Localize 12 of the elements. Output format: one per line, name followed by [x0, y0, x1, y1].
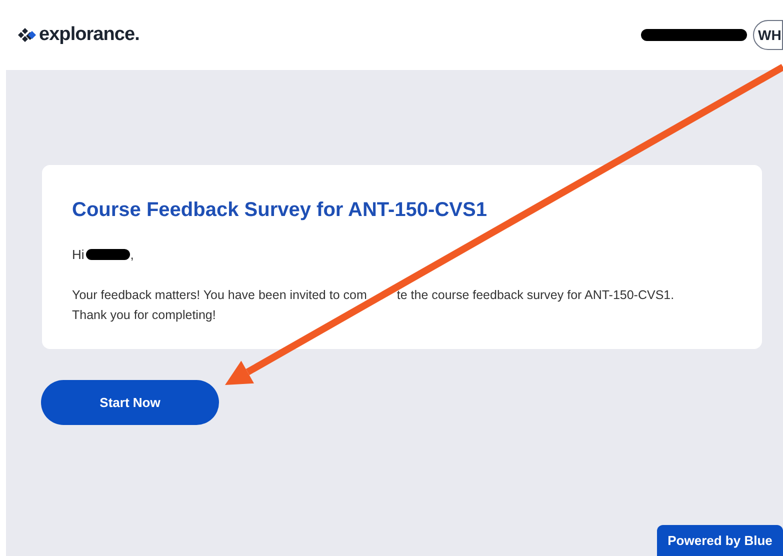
message-text: te the course feedback survey for ANT-150-CVS1. — [396, 286, 674, 304]
greeting-text: Hi — [72, 246, 84, 264]
powered-by-badge[interactable]: Powered by Blue — [657, 525, 783, 556]
logo-text: explorance. — [39, 22, 140, 47]
thanks-text: Thank you for completing! — [72, 306, 217, 324]
greeting-punctuation: , — [130, 246, 134, 264]
redaction-bar — [86, 249, 130, 260]
start-now-button[interactable]: Start Now — [41, 380, 219, 425]
survey-title: Course Feedback Survey for ANT-150-CVS1 — [72, 198, 488, 223]
logo-icon — [17, 26, 37, 44]
message-text: Your feedback matters! You have been invited to com — [72, 286, 367, 304]
user-avatar[interactable]: WH — [753, 20, 783, 50]
